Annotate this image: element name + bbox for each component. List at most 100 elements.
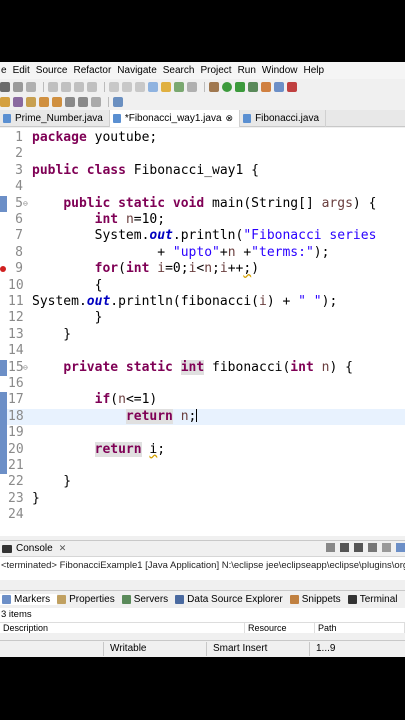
clear-console-icon[interactable] bbox=[368, 543, 377, 552]
quick-diff-bar bbox=[0, 195, 7, 212]
code-line[interactable]: 3 public class Fibonacci_way1 { bbox=[0, 163, 405, 179]
menu-item-window[interactable]: Window bbox=[262, 65, 304, 76]
chevron-down-icon[interactable] bbox=[91, 96, 101, 107]
code-line[interactable]: 1 package youtube; bbox=[0, 130, 405, 146]
remove-launch-icon[interactable] bbox=[340, 543, 349, 552]
new-package-icon[interactable] bbox=[287, 81, 297, 92]
java-file-icon bbox=[112, 114, 121, 123]
scroll-lock-icon[interactable] bbox=[382, 543, 391, 552]
code-line[interactable]: 13 } bbox=[0, 327, 405, 343]
line-number: 18 bbox=[8, 408, 24, 424]
column-resource[interactable]: Resource bbox=[245, 623, 315, 633]
disconnect-icon[interactable] bbox=[87, 81, 97, 92]
terminate-icon[interactable] bbox=[74, 81, 84, 92]
line-number: 12 bbox=[8, 310, 24, 326]
code-line[interactable]: 12 } bbox=[0, 310, 405, 326]
panel-tab-properties[interactable]: Properties bbox=[57, 594, 122, 605]
annotation-next-icon[interactable] bbox=[39, 96, 49, 107]
use-step-filters-icon[interactable] bbox=[161, 81, 171, 92]
display-console-icon[interactable] bbox=[396, 543, 405, 552]
show-whitespace-icon[interactable] bbox=[187, 81, 197, 92]
code-line[interactable]: 10 { bbox=[0, 278, 405, 294]
code-line[interactable]: 20 return i; bbox=[0, 441, 405, 458]
code-line[interactable]: 21 bbox=[0, 458, 405, 474]
editor-tab[interactable]: Prime_Number.java bbox=[0, 110, 110, 127]
debug-icon[interactable] bbox=[209, 81, 219, 92]
fold-toggle-icon[interactable]: ⊖ bbox=[23, 360, 28, 376]
close-icon[interactable]: ✕ bbox=[59, 543, 67, 554]
code-line[interactable]: 18 return n; bbox=[0, 408, 405, 426]
code-line[interactable]: 2 bbox=[0, 146, 405, 162]
code-line[interactable]: 16 bbox=[0, 376, 405, 392]
line-number: 7 bbox=[15, 228, 23, 244]
suspend-icon[interactable] bbox=[61, 81, 71, 92]
menu-item-edit[interactable]: Edit bbox=[13, 65, 36, 76]
step-return-icon[interactable] bbox=[135, 81, 145, 92]
code-line[interactable]: 8 + "upto"+n +"terms:"); bbox=[0, 245, 405, 261]
run-icon[interactable] bbox=[222, 81, 232, 92]
panel-tab-data-source-explorer[interactable]: Data Source Explorer bbox=[175, 594, 290, 605]
menu-item-run[interactable]: Run bbox=[238, 65, 262, 76]
code-line[interactable]: 7 System.out.println("Fibonacci series bbox=[0, 228, 405, 244]
console-tab[interactable]: Console ✕ bbox=[2, 543, 66, 554]
code-text: } bbox=[32, 490, 40, 506]
line-number: 9 bbox=[15, 261, 23, 277]
code-line[interactable]: 4 bbox=[0, 179, 405, 195]
menu-item-help[interactable]: Help bbox=[304, 65, 331, 76]
back-icon[interactable] bbox=[65, 96, 75, 107]
remove-all-icon[interactable] bbox=[354, 543, 363, 552]
code-line[interactable]: 17 if(n<=1) bbox=[0, 392, 405, 408]
line-number: 5 bbox=[15, 195, 23, 211]
error-marker-icon[interactable] bbox=[0, 266, 6, 273]
code-line[interactable]: 24 bbox=[0, 507, 405, 523]
drop-frame-icon[interactable] bbox=[148, 81, 158, 92]
panel-tab-markers[interactable]: Markers bbox=[0, 594, 58, 605]
menu-item-refactor[interactable]: Refactor bbox=[73, 65, 117, 76]
pin-editor-icon[interactable] bbox=[113, 96, 123, 107]
forward-icon[interactable] bbox=[78, 96, 88, 107]
code-line[interactable]: 9 for(int i=0;i<n;i++;) bbox=[0, 261, 405, 277]
close-tab-icon[interactable]: ⊗ bbox=[226, 113, 234, 124]
run-dropdown-icon[interactable] bbox=[235, 81, 245, 92]
menu-item-e[interactable]: e bbox=[0, 65, 13, 76]
editor-tab[interactable]: Fibonacci.java bbox=[240, 110, 326, 127]
panel-tab-terminal[interactable]: Terminal bbox=[347, 594, 405, 605]
fold-toggle-icon[interactable]: ⊖ bbox=[23, 196, 28, 212]
column-path[interactable]: Path bbox=[315, 623, 405, 633]
coverage-icon[interactable] bbox=[248, 81, 258, 92]
code-line[interactable]: 15 private static int fibonacci(int n) {… bbox=[0, 359, 405, 376]
save-icon[interactable] bbox=[13, 81, 23, 92]
panel-tab-servers[interactable]: Servers bbox=[121, 594, 175, 605]
resume-icon[interactable] bbox=[48, 81, 58, 92]
code-editor[interactable]: 1 package youtube; 2 3 public class Fibonacc… bbox=[0, 128, 405, 536]
code-line[interactable]: 22 } bbox=[0, 474, 405, 490]
menu-item-search[interactable]: Search bbox=[163, 65, 201, 76]
code-text: return i; bbox=[94, 441, 166, 457]
terminate-icon[interactable] bbox=[326, 543, 335, 552]
code-line[interactable]: 14 bbox=[0, 343, 405, 359]
toolbar-separator bbox=[104, 81, 105, 92]
line-number: 4 bbox=[15, 179, 23, 195]
open-task-icon[interactable] bbox=[13, 96, 23, 107]
new-icon[interactable] bbox=[0, 81, 10, 92]
toggle-mark-icon[interactable] bbox=[174, 81, 184, 92]
menu-item-source[interactable]: Source bbox=[36, 65, 74, 76]
editor-tab[interactable]: *Fibonacci_way1.java ⊗ bbox=[109, 110, 241, 127]
column-description[interactable]: Description bbox=[0, 623, 245, 633]
code-line[interactable]: 5 public static void main(String[] args)… bbox=[0, 196, 405, 212]
annotation-prev-icon[interactable] bbox=[52, 96, 62, 107]
open-type-icon[interactable] bbox=[0, 96, 10, 107]
external-tools-icon[interactable] bbox=[261, 81, 271, 92]
search-icon[interactable] bbox=[26, 96, 36, 107]
step-over-icon[interactable] bbox=[122, 81, 132, 92]
menu-item-navigate[interactable]: Navigate bbox=[117, 65, 162, 76]
code-line[interactable]: 6 int n=10; bbox=[0, 212, 405, 228]
panel-tab-snippets[interactable]: Snippets bbox=[289, 594, 348, 605]
code-line[interactable]: 19 bbox=[0, 425, 405, 441]
code-line[interactable]: 23} bbox=[0, 491, 405, 507]
step-into-icon[interactable] bbox=[109, 81, 119, 92]
code-line[interactable]: 11 System.out.println(fibonacci(i) + " ")… bbox=[0, 294, 405, 310]
menu-item-project[interactable]: Project bbox=[200, 65, 237, 76]
save-all-icon[interactable] bbox=[26, 81, 36, 92]
new-java-project-icon[interactable] bbox=[274, 81, 284, 92]
